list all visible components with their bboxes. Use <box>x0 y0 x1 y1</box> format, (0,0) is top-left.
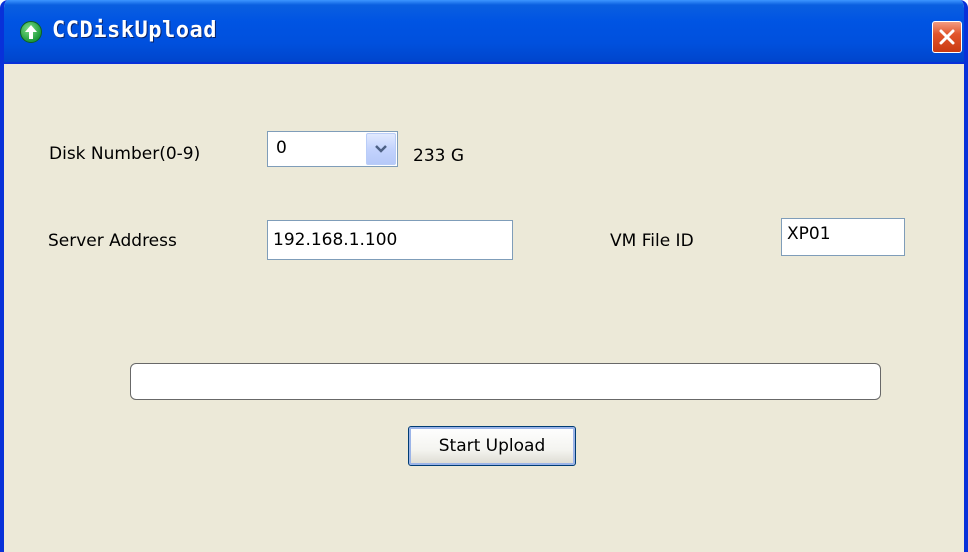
close-button[interactable] <box>932 21 962 53</box>
server-address-label: Server Address <box>48 231 177 251</box>
app-window: CCDiskUpload Disk Number(0-9) 0 233 G Se… <box>0 0 968 552</box>
vm-file-id-input[interactable]: XP01 <box>781 218 905 256</box>
disk-number-value: 0 <box>276 138 287 158</box>
close-icon <box>939 29 955 45</box>
vm-file-id-label: VM File ID <box>610 231 694 251</box>
start-upload-button[interactable]: Start Upload <box>408 426 576 466</box>
dropdown-button[interactable] <box>366 133 396 165</box>
server-address-input[interactable]: 192.168.1.100 <box>267 220 513 260</box>
chevron-down-icon <box>375 145 387 153</box>
title-bar[interactable]: CCDiskUpload <box>4 0 964 64</box>
disk-size-text: 233 G <box>413 146 465 166</box>
window-title: CCDiskUpload <box>52 18 217 43</box>
upload-progress-bar <box>130 363 881 400</box>
disk-number-select[interactable]: 0 <box>267 131 398 167</box>
disk-number-label: Disk Number(0-9) <box>49 144 201 164</box>
upload-arrow-icon <box>20 21 42 43</box>
